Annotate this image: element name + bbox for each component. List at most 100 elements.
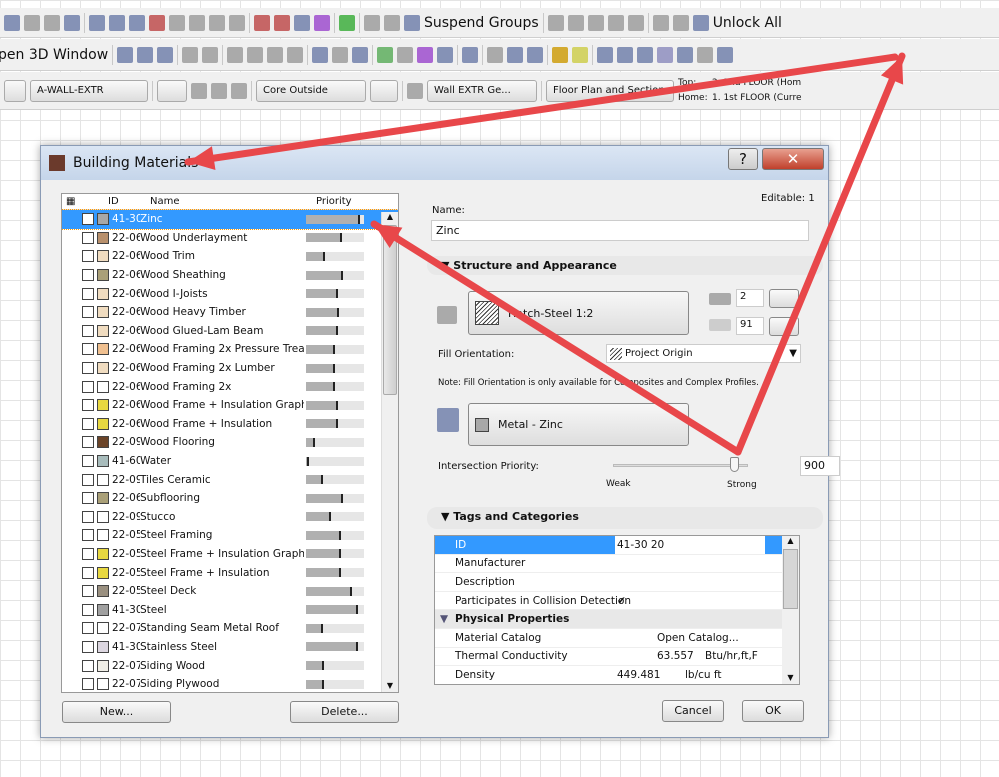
priority-slider-track[interactable] bbox=[613, 464, 748, 467]
scroll-down-icon[interactable]: ▼ bbox=[782, 673, 799, 682]
core-select[interactable]: Core Outside bbox=[256, 79, 366, 102]
scroll-up-icon[interactable]: ▲ bbox=[382, 212, 398, 221]
tool-icon[interactable] bbox=[202, 46, 219, 63]
tool-icon[interactable] bbox=[137, 46, 154, 63]
priority-input[interactable]: 900 bbox=[800, 456, 840, 476]
tool-icon[interactable] bbox=[189, 14, 205, 31]
tool-icon[interactable] bbox=[129, 14, 145, 31]
tool-icon[interactable] bbox=[229, 14, 245, 31]
unlock-all-button[interactable]: Unlock All bbox=[713, 15, 782, 31]
list-item[interactable]: 22-06 16Wood Underlayment bbox=[62, 229, 398, 248]
list-item[interactable]: 22-05 40Steel Frame + Insulation Graphic bbox=[62, 545, 398, 564]
tool-icon[interactable] bbox=[24, 14, 40, 31]
list-item[interactable]: 22-06 11Wood Frame + Insulation Graphic bbox=[62, 396, 398, 415]
flip-button[interactable] bbox=[370, 79, 398, 102]
geometry-button[interactable] bbox=[4, 79, 26, 102]
list-item[interactable]: 22-05 40Steel Deck bbox=[62, 582, 398, 601]
property-row[interactable]: Material Catalog Open Catalog... bbox=[435, 629, 799, 648]
building-materials-icon[interactable] bbox=[657, 46, 674, 63]
camera-icon[interactable] bbox=[487, 46, 504, 63]
list-item[interactable]: 22-07 46Siding Wood bbox=[62, 656, 398, 675]
fill-pen-toggle[interactable] bbox=[769, 289, 799, 308]
floor-plan-section-button[interactable]: Floor Plan and Section... bbox=[546, 79, 674, 102]
tool-icon[interactable] bbox=[407, 82, 423, 99]
tool-icon[interactable] bbox=[417, 46, 434, 63]
tool-icon[interactable] bbox=[64, 14, 80, 31]
name-input[interactable]: Zinc bbox=[431, 220, 809, 241]
props-scrollbar[interactable]: ▲ ▼ bbox=[782, 536, 799, 684]
fill-pen-input[interactable]: 2 bbox=[736, 289, 764, 307]
tool-icon[interactable] bbox=[384, 14, 400, 31]
list-item[interactable]: 22-06 13Wood Heavy Timber bbox=[62, 303, 398, 322]
surface-select[interactable]: Metal - Zinc bbox=[468, 403, 689, 446]
property-value[interactable]: Open Catalog... bbox=[657, 632, 739, 644]
lock-icon[interactable] bbox=[652, 14, 669, 31]
list-item[interactable]: 22-05 40Steel Framing bbox=[62, 526, 398, 545]
layer-select[interactable]: A-WALL-EXTR bbox=[30, 79, 148, 102]
tool-icon[interactable] bbox=[44, 14, 60, 31]
tool-icon[interactable] bbox=[169, 14, 185, 31]
tool-icon[interactable] bbox=[527, 46, 544, 63]
tool-icon[interactable] bbox=[109, 14, 125, 31]
tool-icon[interactable] bbox=[597, 46, 614, 63]
tool-icon[interactable] bbox=[677, 46, 694, 63]
cut-fill-select[interactable]: Hatch-Steel 1:2 bbox=[468, 291, 689, 335]
tool-icon[interactable] bbox=[352, 46, 369, 63]
help-button[interactable]: ? bbox=[728, 148, 758, 170]
tool-icon[interactable] bbox=[587, 14, 604, 31]
list-item[interactable]: 22-06 11Wood Framing 2x Lumber bbox=[62, 359, 398, 378]
list-item[interactable]: 41-30 20Steel bbox=[62, 600, 398, 619]
property-row[interactable]: ID 41-30 20 bbox=[435, 536, 799, 555]
tool-icon[interactable] bbox=[254, 14, 270, 31]
reference-line-button[interactable] bbox=[157, 79, 187, 102]
properties-table[interactable]: ID 41-30 20 Manufacturer Description Partici… bbox=[434, 535, 800, 685]
unlock-icon[interactable] bbox=[672, 14, 689, 31]
list-item[interactable]: 22-07 46Siding Plywood bbox=[62, 675, 398, 692]
tool-icon[interactable] bbox=[339, 14, 355, 31]
scroll-thumb[interactable] bbox=[383, 225, 397, 395]
tool-icon[interactable] bbox=[547, 14, 564, 31]
physical-properties-header[interactable]: ▼ Physical Properties bbox=[435, 610, 799, 629]
list-item[interactable]: 22-07 61Standing Seam Metal Roof bbox=[62, 619, 398, 638]
list-item[interactable]: 41-30 20Stainless Steel bbox=[62, 638, 398, 657]
suspend-groups-button[interactable]: Suspend Groups bbox=[424, 15, 539, 31]
tool-icon[interactable] bbox=[211, 82, 227, 99]
ok-button[interactable]: OK bbox=[742, 700, 804, 722]
new-button[interactable]: New... bbox=[62, 701, 171, 723]
list-item[interactable]: 22-06 11Wood Framing 2x Pressure Treated bbox=[62, 340, 398, 359]
tool-icon[interactable] bbox=[697, 46, 714, 63]
property-row[interactable]: Manufacturer bbox=[435, 555, 799, 574]
tool-icon[interactable] bbox=[462, 46, 479, 63]
col-id[interactable]: ID bbox=[108, 196, 150, 207]
tool-icon[interactable] bbox=[209, 14, 225, 31]
tool-icon[interactable] bbox=[717, 46, 734, 63]
list-item[interactable]: 22-09 64Wood Flooring bbox=[62, 433, 398, 452]
tool-icon[interactable] bbox=[247, 46, 264, 63]
property-row[interactable]: Thermal Conductivity 63.557 Btu/hr,ft,F bbox=[435, 648, 799, 667]
close-button[interactable]: ✕ bbox=[762, 148, 824, 170]
tool-icon[interactable] bbox=[4, 14, 20, 31]
tool-icon[interactable] bbox=[227, 46, 244, 63]
materials-list[interactable]: ▦ ID Name Priority 41-30 20Zinc22-06 16W… bbox=[61, 193, 399, 693]
tool-icon[interactable] bbox=[507, 46, 524, 63]
tool-icon[interactable] bbox=[607, 14, 624, 31]
tool-icon[interactable] bbox=[314, 14, 330, 31]
tool-icon[interactable] bbox=[149, 14, 165, 31]
list-item[interactable]: 22-06 46Wood Trim bbox=[62, 247, 398, 266]
list-item[interactable]: 22-06 16Wood Sheathing bbox=[62, 266, 398, 285]
unlock-all-icon[interactable] bbox=[692, 14, 709, 31]
list-item[interactable]: 22-06 11Wood Framing 2x bbox=[62, 377, 398, 396]
tool-icon[interactable] bbox=[157, 46, 174, 63]
tool-icon[interactable] bbox=[552, 46, 569, 63]
list-item[interactable]: 22-05 40Steel Frame + Insulation bbox=[62, 563, 398, 582]
tool-icon[interactable] bbox=[377, 46, 394, 63]
tool-icon[interactable] bbox=[117, 46, 134, 63]
tool-icon[interactable] bbox=[572, 46, 589, 63]
property-row[interactable]: Density 449.481 lb/cu ft bbox=[435, 666, 799, 684]
list-item[interactable]: 41-30 20Zinc bbox=[62, 209, 398, 230]
property-row[interactable]: Description bbox=[435, 573, 799, 592]
tool-icon[interactable] bbox=[89, 14, 105, 31]
open-3d-window-button[interactable]: pen 3D Window bbox=[0, 47, 108, 63]
tool-icon[interactable] bbox=[287, 46, 304, 63]
tool-icon[interactable] bbox=[627, 14, 644, 31]
